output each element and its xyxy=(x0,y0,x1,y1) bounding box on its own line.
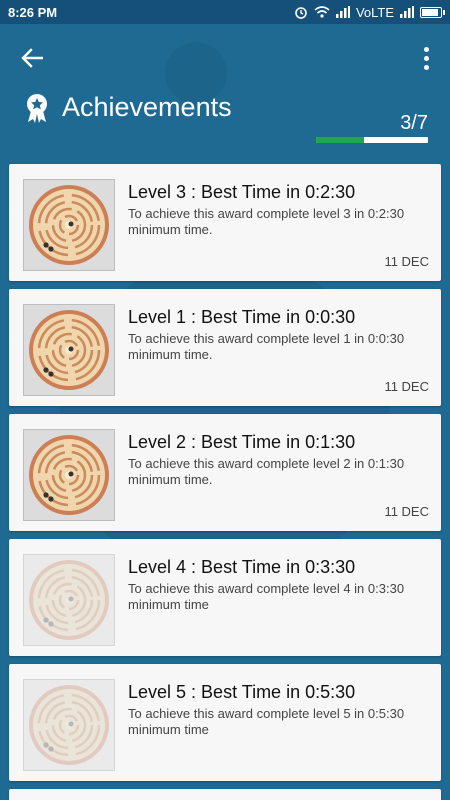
achievement-card-3[interactable]: Level 2 : Best Time in 0:1:30 To achieve… xyxy=(9,414,441,531)
award-ribbon-icon xyxy=(27,93,47,123)
achievement-progress: 3/7 xyxy=(316,112,428,143)
status-time: 8:26 PM xyxy=(8,4,58,20)
maze-ball-icon xyxy=(29,560,109,640)
progress-count: 3/7 xyxy=(400,112,428,134)
achievement-thumbnail xyxy=(23,179,115,271)
signal-icon-2 xyxy=(400,6,414,18)
achievement-card-partial[interactable] xyxy=(9,789,441,800)
achievement-date: 11 DEC xyxy=(384,379,429,394)
alarm-icon xyxy=(295,7,307,19)
more-options-button[interactable] xyxy=(414,40,438,76)
status-bar: 8:26 PM VoLTE xyxy=(0,0,450,24)
achievement-description: To achieve this award complete level 4 i… xyxy=(128,581,405,612)
achievement-card-1[interactable]: Level 3 : Best Time in 0:2:30 To achieve… xyxy=(9,164,441,281)
achievement-thumbnail xyxy=(23,304,115,396)
signal-icon xyxy=(335,6,350,18)
achievement-title: Level 2 : Best Time in 0:1:30 xyxy=(128,432,356,452)
wifi-icon xyxy=(314,6,330,18)
achievement-title: Level 1 : Best Time in 0:0:30 xyxy=(128,307,356,327)
status-icons: VoLTE xyxy=(294,4,445,20)
achievement-card-5[interactable]: Level 5 : Best Time in 0:5:30 To achieve… xyxy=(9,664,441,781)
more-vert-icon xyxy=(423,46,429,52)
arrow-back-icon xyxy=(21,48,43,68)
page-title: Achievements xyxy=(62,92,232,122)
back-button[interactable] xyxy=(14,40,50,76)
maze-ball-icon xyxy=(29,685,109,765)
achievement-thumbnail xyxy=(23,554,115,646)
achievement-title: Level 4 : Best Time in 0:3:30 xyxy=(128,557,356,577)
achievement-card-2[interactable]: Level 1 : Best Time in 0:0:30 To achieve… xyxy=(9,289,441,406)
achievement-description: To achieve this award complete level 3 i… xyxy=(128,206,405,237)
maze-ball-icon xyxy=(29,310,109,390)
progress-track xyxy=(316,137,428,143)
progress-fill xyxy=(316,137,365,143)
achievement-description: To achieve this award complete level 5 i… xyxy=(128,706,405,737)
achievement-thumbnail xyxy=(23,429,115,521)
achievement-description: To achieve this award complete level 2 i… xyxy=(128,456,405,487)
achievement-title: Level 3 : Best Time in 0:2:30 xyxy=(128,182,356,202)
achievement-thumbnail xyxy=(23,679,115,771)
maze-ball-icon xyxy=(29,185,109,265)
app-bar: Achievements 3/7 xyxy=(0,24,450,160)
achievement-title: Level 5 : Best Time in 0:5:30 xyxy=(128,682,356,702)
battery-icon xyxy=(420,6,445,18)
achievement-date: 11 DEC xyxy=(384,254,429,269)
achievement-card-4[interactable]: Level 4 : Best Time in 0:3:30 To achieve… xyxy=(9,539,441,656)
maze-ball-icon xyxy=(29,435,109,515)
title-row: Achievements xyxy=(24,92,232,123)
achievements-list[interactable]: Level 3 : Best Time in 0:2:30 To achieve… xyxy=(9,164,441,800)
achievement-date: 11 DEC xyxy=(384,504,429,519)
network-type: VoLTE xyxy=(355,4,394,20)
achievement-description: To achieve this award complete level 1 i… xyxy=(128,331,405,362)
